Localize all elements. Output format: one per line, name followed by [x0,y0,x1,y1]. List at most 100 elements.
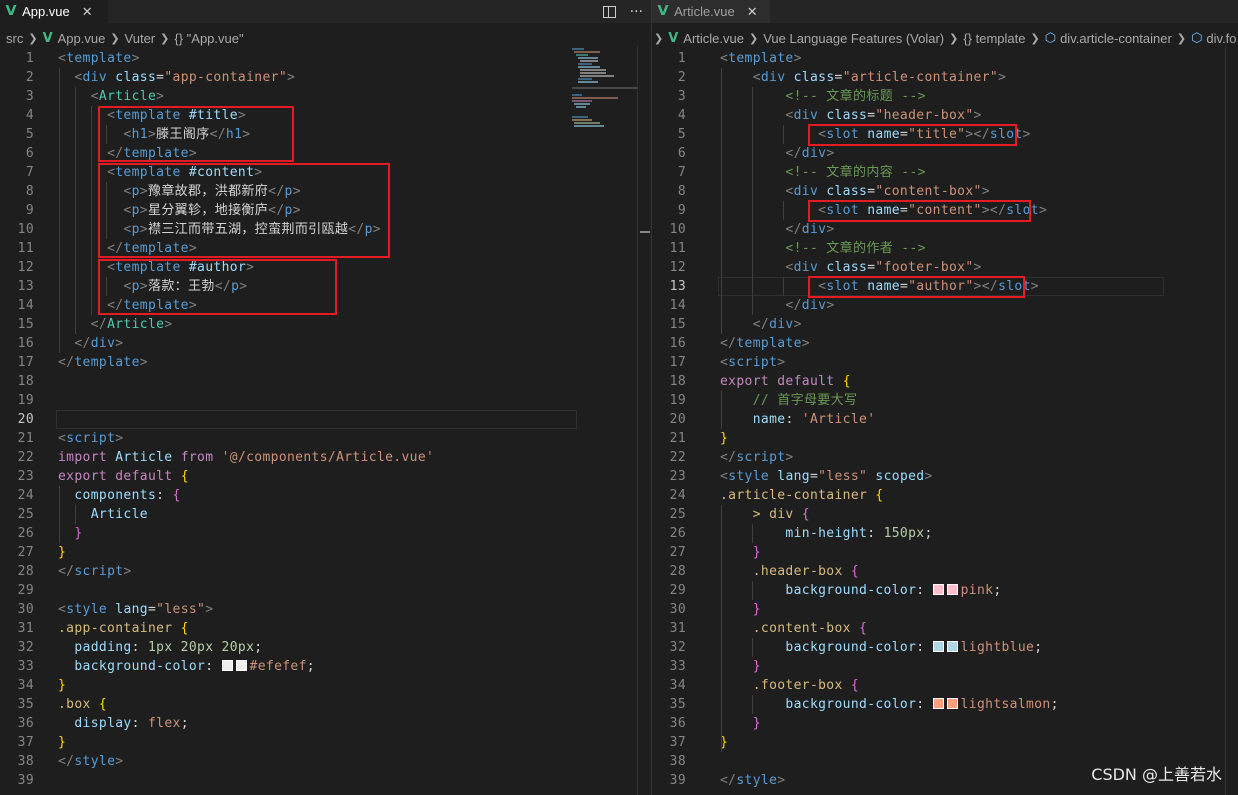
code-line[interactable]: 18 export default { [652,372,1238,391]
scrollbar-thumb[interactable] [640,231,650,233]
code-line[interactable]: 2 <div class="article-container"> [652,68,1238,87]
code-line[interactable]: 25 > div { [652,505,1238,524]
code-line[interactable]: 22 </script> [652,448,1238,467]
code-line[interactable]: 27 } [652,543,1238,562]
code-line[interactable]: 17 </template> [0,353,651,372]
code-line[interactable]: 37} [652,733,1238,752]
breadcrumb-extension[interactable]: Vue Language Features (Volar) [763,31,944,46]
code-line[interactable]: 7 <!-- 文章的内容 --> [652,163,1238,182]
color-swatch[interactable] [221,660,233,671]
code-line[interactable]: 23 <style lang="less" scoped> [652,467,1238,486]
close-icon[interactable]: ✕ [747,4,758,20]
code-line[interactable]: 16 </template> [652,334,1238,353]
code-line[interactable]: 28 </script> [0,562,651,581]
code-line[interactable]: 10 </div> [652,220,1238,239]
code-line[interactable]: 31 .content-box { [652,619,1238,638]
breadcrumb-symbol[interactable]: {} "App.vue" [174,31,243,46]
tab-article-vue[interactable]: V Article.vue ✕ [652,0,770,23]
breadcrumb-template[interactable]: {} template [963,31,1025,46]
breadcrumb-file[interactable]: Article.vue [683,31,744,46]
code-line[interactable]: 12 <div class="footer-box"> [652,258,1238,277]
code-line[interactable]: 19 [0,391,651,410]
code-line[interactable]: 20 name: 'Article' [652,410,1238,429]
editor-pane-right[interactable]: V Article.vue ✕ ❯ V Article.vue ❯ Vue La… [651,0,1238,795]
code-line[interactable]: 19 // 首字母要大写 [652,391,1238,410]
tab-app-vue[interactable]: V App.vue ✕ [0,0,108,23]
code-line[interactable]: 33 background-color: #efefef; [0,657,651,676]
breadcrumb-file[interactable]: App.vue [58,31,106,46]
code-line[interactable]: 24 components: { [0,486,651,505]
code-token: .app-container [58,621,173,636]
code-line[interactable]: 39 [0,771,651,790]
code-line[interactable]: 27} [0,543,651,562]
code-line[interactable]: 34 .footer-box { [652,676,1238,695]
code-token: { [859,621,868,636]
code-line[interactable]: 6 </div> [652,144,1238,163]
close-icon[interactable]: ✕ [82,4,93,20]
more-actions-icon[interactable]: ··· [630,4,643,20]
code-line[interactable]: 29 [0,581,651,600]
code-line[interactable]: 1 <template> [652,49,1238,68]
breadcrumb-div-container[interactable]: div.article-container [1060,31,1172,46]
code-line[interactable]: 35 background-color: lightsalmon; [652,695,1238,714]
color-swatch[interactable] [946,698,958,709]
code-line[interactable]: 28 .header-box { [652,562,1238,581]
code-token: template [736,336,802,351]
code-line[interactable]: 33 } [652,657,1238,676]
color-swatch[interactable] [946,584,958,595]
code-line[interactable]: 29 background-color: pink; [652,581,1238,600]
code-line[interactable]: 8 <div class="content-box"> [652,182,1238,201]
indent-guide [59,486,60,543]
color-swatch[interactable] [932,698,944,709]
code-line[interactable]: 34} [0,676,651,695]
breadcrumb-vuter[interactable]: Vuter [125,31,156,46]
code-line[interactable]: 32 background-color: lightblue; [652,638,1238,657]
breadcrumb-div-footer[interactable]: div.fo [1206,31,1236,46]
code-line[interactable]: 31 .app-container { [0,619,651,638]
code-line[interactable]: 30 <style lang="less"> [0,600,651,619]
code-line[interactable]: 15 </div> [652,315,1238,334]
code-line[interactable]: 21} [652,429,1238,448]
code-line[interactable]: 36 } [652,714,1238,733]
code-line[interactable]: 14 </div> [652,296,1238,315]
code-line[interactable]: 24 .article-container { [652,486,1238,505]
color-swatch[interactable] [946,641,958,652]
code-line[interactable]: 23 export default { [0,467,651,486]
code-line[interactable]: 35 .box { [0,695,651,714]
code-token: < [58,431,67,446]
code-token: background-color [785,640,917,655]
code-line[interactable]: 37} [0,733,651,752]
color-swatch[interactable] [932,641,944,652]
code-line[interactable]: 21 <script> [0,429,651,448]
breadcrumb-src[interactable]: src [6,31,23,46]
split-editor-icon[interactable] [602,5,616,18]
code-line[interactable]: 4 <div class="header-box"> [652,106,1238,125]
code-line[interactable]: 18 [0,372,651,391]
code-line[interactable]: 38 </style> [0,752,651,771]
code-line[interactable]: 36 display: flex; [0,714,651,733]
vertical-scrollbar-left[interactable] [637,46,651,795]
vertical-scrollbar-right[interactable] [1225,46,1238,795]
code-line[interactable]: 20 [0,410,651,429]
code-line[interactable]: 11 <!-- 文章的作者 --> [652,239,1238,258]
code-line[interactable]: 15 </Article> [0,315,651,334]
code-line[interactable]: 30 } [652,600,1238,619]
code-line[interactable]: 1 <template> [0,49,651,68]
code-line[interactable]: 3 <!-- 文章的标题 --> [652,87,1238,106]
editor-pane-left[interactable]: V App.vue ✕ ··· src ❯ V App.vue ❯ Vuter … [0,0,651,795]
code-line[interactable]: 17 <script> [652,353,1238,372]
indent-guide [752,87,753,315]
code-line[interactable]: 2 <div class="app-container"> [0,68,651,87]
code-line[interactable]: 32 padding: 1px 20px 20px; [0,638,651,657]
minimap-left[interactable] [568,46,640,136]
code-line[interactable]: 26 } [0,524,651,543]
code-line[interactable]: 25 Article [0,505,651,524]
color-swatch[interactable] [235,660,247,671]
code-line[interactable]: 22 import Article from '@/components/Arti… [0,448,651,467]
code-line[interactable]: 3 <Article> [0,87,651,106]
color-swatch[interactable] [932,584,944,595]
code-line[interactable]: 16 </div> [0,334,651,353]
code-line[interactable]: 26 min-height: 150px; [652,524,1238,543]
